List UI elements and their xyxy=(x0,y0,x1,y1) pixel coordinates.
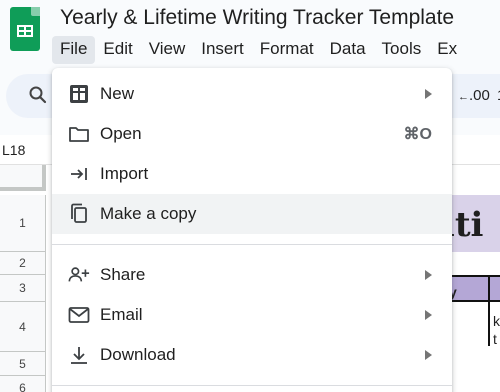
row-header[interactable]: 6 xyxy=(0,376,46,392)
select-all-corner[interactable] xyxy=(0,165,46,191)
menu-item-label: Import xyxy=(100,164,149,183)
submenu-arrow-icon xyxy=(425,270,432,280)
import-icon xyxy=(68,163,90,185)
row-header[interactable]: 4 xyxy=(0,302,46,352)
menu-separator xyxy=(52,244,452,245)
menu-data[interactable]: Data xyxy=(322,36,374,64)
document-title[interactable]: Yearly & Lifetime Writing Tracker Templa… xyxy=(60,6,454,30)
row-header[interactable]: 5 xyxy=(0,352,46,376)
submenu-arrow-icon xyxy=(425,350,432,360)
new-spreadsheet-icon xyxy=(68,83,90,105)
row-header[interactable]: 3 xyxy=(0,275,46,302)
name-box[interactable]: L18 xyxy=(2,142,25,158)
increase-decimal-button[interactable]: ←.00 xyxy=(458,87,490,104)
menu-format[interactable]: Format xyxy=(252,36,322,64)
menu-item-import[interactable]: Import xyxy=(52,154,452,194)
menu-item-label: Share xyxy=(100,265,146,284)
file-menu-dropdown: New Open ⌘O Import Make a copy Share Ema… xyxy=(52,68,452,392)
menu-item-new[interactable]: New xyxy=(52,74,452,114)
email-icon xyxy=(68,304,90,326)
copy-icon xyxy=(68,203,90,225)
folder-icon xyxy=(68,123,90,145)
search-menus-icon[interactable] xyxy=(28,85,48,110)
cell-text: k t xyxy=(493,313,500,347)
download-icon xyxy=(68,344,90,366)
cell-border xyxy=(488,276,490,346)
menu-insert[interactable]: Insert xyxy=(193,36,252,64)
decimal-label: .00 xyxy=(469,87,490,104)
menu-item-label: Open xyxy=(100,124,142,143)
menubar: File Edit View Insert Format Data Tools … xyxy=(52,36,465,64)
share-person-icon xyxy=(68,264,90,286)
menu-item-label: Email xyxy=(100,305,143,324)
sheets-logo-icon[interactable] xyxy=(10,7,40,51)
menu-view[interactable]: View xyxy=(141,36,194,64)
menu-item-email[interactable]: Email xyxy=(52,295,452,335)
menu-item-label: Make a copy xyxy=(100,204,197,223)
menu-item-label: New xyxy=(100,84,135,103)
menu-edit[interactable]: Edit xyxy=(95,36,140,64)
row-header[interactable]: 2 xyxy=(0,252,46,275)
sheets-window: Yearly & Lifetime Writing Tracker Templa… xyxy=(0,0,500,392)
submenu-arrow-icon xyxy=(425,89,432,99)
decimal-arrow-icon: ← xyxy=(458,91,469,103)
menu-item-label: Download xyxy=(100,345,176,364)
submenu-arrow-icon xyxy=(425,310,432,320)
menu-item-shortcut: ⌘O xyxy=(403,126,432,143)
menu-file[interactable]: File xyxy=(52,36,96,64)
menu-item-open[interactable]: Open ⌘O xyxy=(52,114,452,154)
menu-tools[interactable]: Tools xyxy=(374,36,430,64)
menu-item-download[interactable]: Download xyxy=(52,335,452,375)
row-header[interactable]: 1 xyxy=(0,195,46,252)
menu-extensions[interactable]: Ex xyxy=(429,36,465,64)
menu-item-share[interactable]: Share xyxy=(52,255,452,295)
menu-item-make-a-copy[interactable]: Make a copy xyxy=(52,194,452,234)
menu-separator xyxy=(52,385,452,386)
